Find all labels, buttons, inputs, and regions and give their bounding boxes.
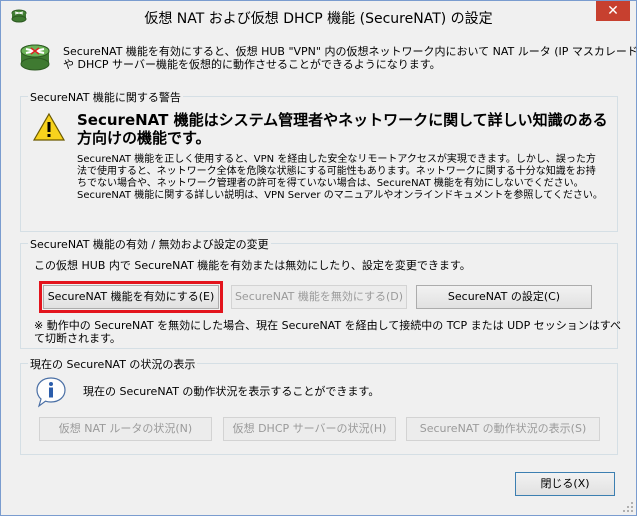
window-title: 仮想 NAT および仮想 DHCP 機能 (SecureNAT) の設定 [144,11,493,27]
toggle-note-line-1: ※ 動作中の SecureNAT を無効にした場合、現在 SecureNAT を… [34,319,621,332]
warning-icon [32,112,66,141]
intro-line-1: SecureNAT 機能を有効にすると、仮想 HUB "VPN" 内の仮想ネット… [63,45,637,58]
router-icon [20,44,50,71]
warning-heading-line-2: 方向けの機能です。 [77,129,211,147]
toggle-group-label: SecureNAT 機能の有効 / 無効および設定の変更 [28,236,271,252]
intro-line-2: や DHCP サーバー機能を仮想的に動作させることができるようになります。 [63,58,441,71]
nat-router-status-button[interactable]: 仮想 NAT ルータの状況(N) [39,417,212,441]
title-bar[interactable]: 仮想 NAT および仮想 DHCP 機能 (SecureNAT) の設定 ✕ [1,1,636,33]
enable-securenat-button[interactable]: SecureNAT 機能を有効にする(E) [43,285,219,309]
dialog-window: 仮想 NAT および仮想 DHCP 機能 (SecureNAT) の設定 ✕ S… [0,0,637,516]
status-description: 現在の SecureNAT の動作状況を表示することができます。 [83,385,380,398]
toggle-note-line-2: て切断されます。 [34,332,121,345]
close-icon: ✕ [607,3,619,19]
close-dialog-button[interactable]: 閉じる(X) [515,472,615,496]
toggle-description: この仮想 HUB 内で SecureNAT 機能を有効または無効にしたり、設定を… [34,259,471,272]
warning-body-line-2: 法で使用すると、ネットワーク全体を危険な状態にする可能性もあります。ネットワーク… [77,166,596,177]
warning-body-line-1: SecureNAT 機能を正しく使用すると、VPN を経由した安全なリモートアク… [77,154,596,165]
close-window-button[interactable]: ✕ [596,1,630,21]
securenat-status-button[interactable]: SecureNAT の動作状況の表示(S) [406,417,600,441]
disable-securenat-button[interactable]: SecureNAT 機能を無効にする(D) [231,285,407,309]
warning-group-label: SecureNAT 機能に関する警告 [28,89,183,105]
warning-heading-line-1: SecureNAT 機能はシステム管理者やネットワークに関して詳しい知識のある [77,111,608,129]
info-icon [36,377,66,408]
warning-body-line-3: ちでない場合や、ネットワーク管理者の許可を得ていない場合は、SecureNAT … [77,178,584,189]
resize-grip-icon[interactable] [622,501,634,513]
securenat-settings-button[interactable]: SecureNAT の設定(C) [416,285,592,309]
warning-body-line-4: SecureNAT 機能に関する詳しい説明は、VPN Server のマニュアル… [77,190,603,201]
status-group: 現在の SecureNAT の状況の表示 [20,356,618,455]
status-group-label: 現在の SecureNAT の状況の表示 [28,356,198,372]
dhcp-server-status-button[interactable]: 仮想 DHCP サーバーの状況(H) [223,417,396,441]
